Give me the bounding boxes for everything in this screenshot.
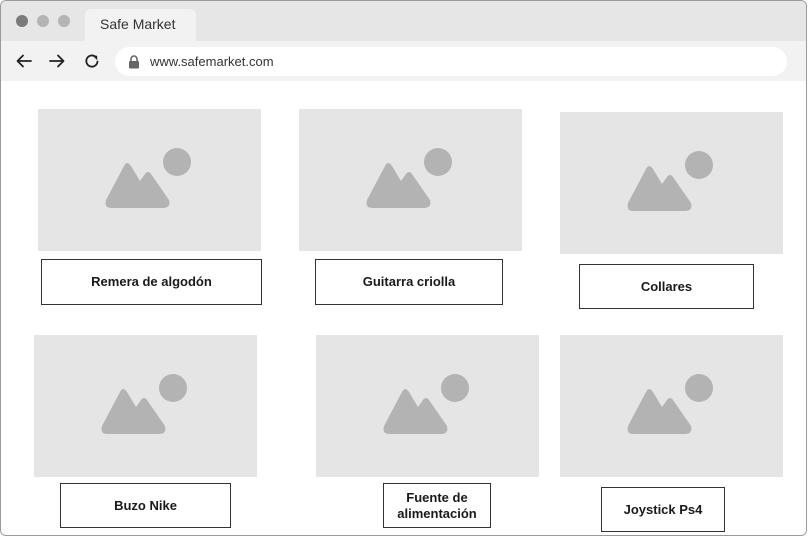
product-image-placeholder[interactable]	[316, 335, 539, 477]
title-bar: Safe Market	[1, 1, 806, 42]
image-placeholder-icon	[383, 374, 469, 434]
tab-title: Safe Market	[100, 16, 176, 32]
product-label-button[interactable]: Guitarra criolla	[315, 259, 503, 305]
product-label-button[interactable]: Joystick Ps4	[601, 487, 725, 532]
image-placeholder-icon	[627, 374, 713, 434]
product-image-placeholder[interactable]	[560, 112, 783, 254]
product-image-placeholder[interactable]	[38, 109, 261, 251]
lock-icon	[128, 55, 140, 69]
product-image-placeholder[interactable]	[299, 109, 522, 251]
reload-icon[interactable]	[83, 52, 101, 70]
address-bar[interactable]: www.safemarket.com	[115, 47, 787, 76]
product-image-placeholder[interactable]	[34, 335, 257, 477]
browser-window: Safe Market www.safemarket.com Remera de…	[0, 0, 807, 536]
close-window-dot[interactable]	[16, 15, 28, 27]
image-placeholder-icon	[366, 148, 452, 208]
browser-tab[interactable]: Safe Market	[85, 9, 196, 42]
image-placeholder-icon	[627, 151, 713, 211]
image-placeholder-icon	[105, 148, 191, 208]
forward-arrow-icon[interactable]	[48, 52, 66, 70]
url-text: www.safemarket.com	[150, 54, 274, 69]
product-label-button[interactable]: Fuente de alimentación	[383, 483, 491, 528]
back-arrow-icon[interactable]	[15, 52, 33, 70]
browser-toolbar: www.safemarket.com	[1, 41, 806, 81]
product-label-button[interactable]: Remera de algodón	[41, 259, 262, 305]
maximize-window-dot[interactable]	[58, 15, 70, 27]
product-image-placeholder[interactable]	[560, 335, 783, 477]
image-placeholder-icon	[101, 374, 187, 434]
minimize-window-dot[interactable]	[37, 15, 49, 27]
product-label-button[interactable]: Buzo Nike	[60, 483, 231, 528]
product-label-button[interactable]: Collares	[579, 264, 754, 309]
page-content: Remera de algodón Guitarra criolla Colla…	[1, 81, 806, 535]
